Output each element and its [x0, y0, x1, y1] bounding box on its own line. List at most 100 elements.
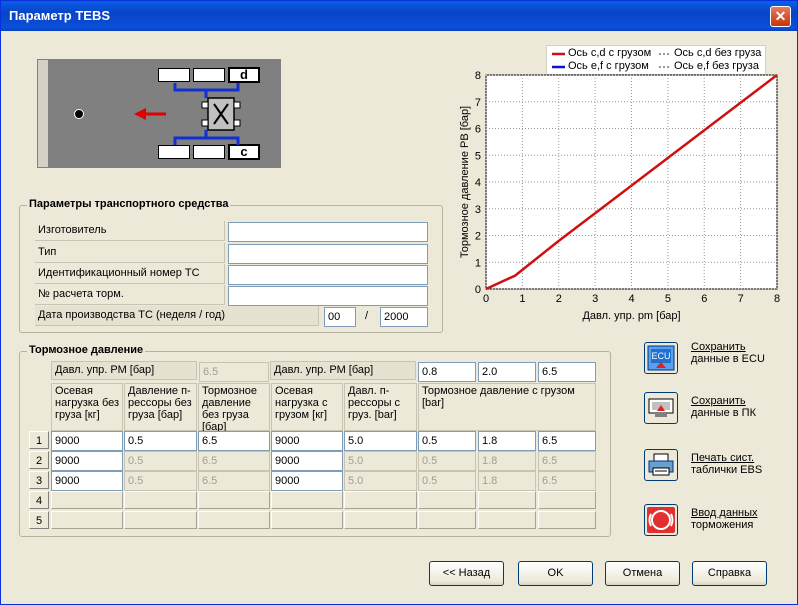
x-tick-label-5: 5: [665, 293, 671, 305]
calc-number-field[interactable]: [228, 286, 428, 306]
save-ecu-button[interactable]: ECU: [644, 342, 678, 374]
svg-text:ECU: ECU: [651, 351, 670, 361]
empty-cell-row5-col4[interactable]: [271, 511, 343, 529]
cancel-button[interactable]: Отмена: [605, 561, 680, 586]
row3-brake-pressure-unloaded: 6.5: [198, 471, 270, 491]
row1-spring-pressure-unloaded[interactable]: 0.5: [124, 431, 197, 451]
row1-spring-pressure-loaded[interactable]: 5.0: [344, 431, 417, 451]
row-number-2: 2: [29, 451, 49, 469]
row2-brake-pressure-loaded-1: 0.5: [418, 451, 476, 471]
empty-cell-row4-col3[interactable]: [198, 491, 270, 509]
legend-cd-loaded: Ось c,d с грузом: [568, 47, 652, 59]
empty-cell-row4-col5[interactable]: [344, 491, 417, 509]
brake-icon: [647, 507, 675, 533]
y-tick-label-8: 8: [475, 70, 481, 82]
empty-cell-row5-col1[interactable]: [51, 511, 123, 529]
row1-brake-pressure-loaded-1[interactable]: 0.5: [418, 431, 476, 451]
row2-spring-pressure-unloaded: 0.5: [124, 451, 197, 471]
print-ebs-label: Печать сист. таблички EBS: [691, 452, 762, 476]
manufacturer-field[interactable]: [228, 222, 428, 242]
save-pc-label: Сохранить данные в ПК: [691, 395, 756, 419]
printer-icon: [648, 453, 674, 476]
production-date-label: Дата производства ТС (неделя / год): [35, 306, 319, 326]
row2-brake-pressure-loaded-2: 1.8: [478, 451, 536, 471]
y-tick-label-2: 2: [475, 231, 481, 243]
empty-cell-row5-col5[interactable]: [344, 511, 417, 529]
print-ebs-label-line2: таблички EBS: [691, 464, 763, 476]
x-tick-label-6: 6: [701, 293, 707, 305]
row2-spring-pressure-loaded: 5.0: [344, 451, 417, 471]
pm-loaded-value-1[interactable]: 0.8: [418, 362, 476, 382]
print-ebs-button[interactable]: [644, 449, 678, 481]
vehicle-params-title: Параметры транспортного средства: [27, 198, 231, 210]
row1-brake-pressure-loaded-3[interactable]: 6.5: [538, 431, 596, 451]
y-tick-label-3: 3: [475, 204, 481, 216]
brake-pressure-title: Тормозное давление: [27, 344, 146, 356]
help-button[interactable]: Справка: [692, 561, 767, 586]
row-number-5: 5: [29, 511, 49, 529]
save-ecu-label-line1: Сохранить: [691, 341, 746, 353]
empty-cell-row5-col8[interactable]: [538, 511, 596, 529]
window-title: Параметр TEBS: [9, 8, 111, 23]
legend-cd-unloaded: Ось c,d без груза: [674, 47, 762, 59]
row2-axle-load-loaded[interactable]: 9000: [271, 451, 343, 471]
close-button[interactable]: ✕: [770, 6, 791, 27]
save-pc-button[interactable]: [644, 392, 678, 424]
row2-axle-load-unloaded[interactable]: 9000: [51, 451, 123, 471]
row3-axle-load-loaded[interactable]: 9000: [271, 471, 343, 491]
y-tick-label-6: 6: [475, 124, 481, 136]
pm-unloaded-label: Давл. упр. РМ [бар]: [51, 361, 197, 380]
y-tick-label-7: 7: [475, 97, 481, 109]
row-number-4: 4: [29, 491, 49, 509]
pm-unloaded-value: 6.5: [199, 362, 269, 382]
header-brake-pressure-unloaded: Тормозное давление без груза [бар]: [198, 383, 270, 433]
row3-spring-pressure-loaded: 5.0: [344, 471, 417, 491]
brake-data-button[interactable]: [644, 504, 678, 536]
row3-spring-pressure-unloaded: 0.5: [124, 471, 197, 491]
row3-axle-load-unloaded[interactable]: 9000: [51, 471, 123, 491]
row1-brake-pressure-loaded-2[interactable]: 1.8: [478, 431, 536, 451]
empty-cell-row5-col6[interactable]: [418, 511, 476, 529]
dialog-window: Параметр TEBS ✕ d c Параметры транспортн…: [0, 0, 798, 605]
ok-button[interactable]: OK: [518, 561, 593, 586]
production-week-field[interactable]: 00: [324, 307, 356, 327]
empty-cell-row4-col6[interactable]: [418, 491, 476, 509]
header-spring-pressure-loaded: Давл. п-рессоры с груз. [bar]: [344, 383, 417, 431]
pm-loaded-value-3[interactable]: 6.5: [538, 362, 596, 382]
x-tick-label-0: 0: [483, 293, 489, 305]
print-ebs-label-line1: Печать сист.: [691, 452, 755, 464]
row1-brake-pressure-unloaded[interactable]: 6.5: [198, 431, 270, 451]
empty-cell-row4-col8[interactable]: [538, 491, 596, 509]
back-button[interactable]: << Назад: [429, 561, 504, 586]
empty-cell-row5-col2[interactable]: [124, 511, 197, 529]
row3-brake-pressure-loaded-2: 1.8: [478, 471, 536, 491]
empty-cell-row4-col4[interactable]: [271, 491, 343, 509]
empty-cell-row5-col7[interactable]: [478, 511, 536, 529]
empty-cell-row4-col2[interactable]: [124, 491, 197, 509]
x-tick-label-8: 8: [774, 293, 780, 305]
row-number-1: 1: [29, 431, 49, 449]
x-tick-label-1: 1: [519, 293, 525, 305]
save-pc-label-line1: Сохранить: [691, 395, 746, 407]
y-axis-label: Тормозное давление PB [бар]: [459, 106, 471, 258]
brake-data-label: Ввод данных торможения: [691, 507, 758, 531]
x-tick-label-3: 3: [592, 293, 598, 305]
row-number-3: 3: [29, 471, 49, 489]
row3-brake-pressure-loaded-1: 0.5: [418, 471, 476, 491]
title-bar[interactable]: Параметр TEBS ✕: [1, 1, 797, 31]
vin-field[interactable]: [228, 265, 428, 285]
empty-cell-row4-col7[interactable]: [478, 491, 536, 509]
pm-loaded-value-2[interactable]: 2.0: [478, 362, 536, 382]
brake-pressure-chart: 0 1 2 3 4 5 6 7 8 0 1 2 3 4 5 6 7 8 Давл. упр. pm [бар] Тор…: [459, 70, 780, 322]
y-tick-label-0: 0: [475, 284, 481, 296]
row2-brake-pressure-unloaded: 6.5: [198, 451, 270, 471]
empty-cell-row4-col1[interactable]: [51, 491, 123, 509]
row3-brake-pressure-loaded-3: 6.5: [538, 471, 596, 491]
row1-axle-load-loaded[interactable]: 9000: [271, 431, 343, 451]
type-label: Тип: [35, 243, 225, 263]
type-field[interactable]: [228, 244, 428, 264]
production-year-field[interactable]: 2000: [380, 307, 428, 327]
row1-axle-load-unloaded[interactable]: 9000: [51, 431, 123, 451]
brake-data-label-line2: торможения: [691, 519, 754, 531]
empty-cell-row5-col3[interactable]: [198, 511, 270, 529]
